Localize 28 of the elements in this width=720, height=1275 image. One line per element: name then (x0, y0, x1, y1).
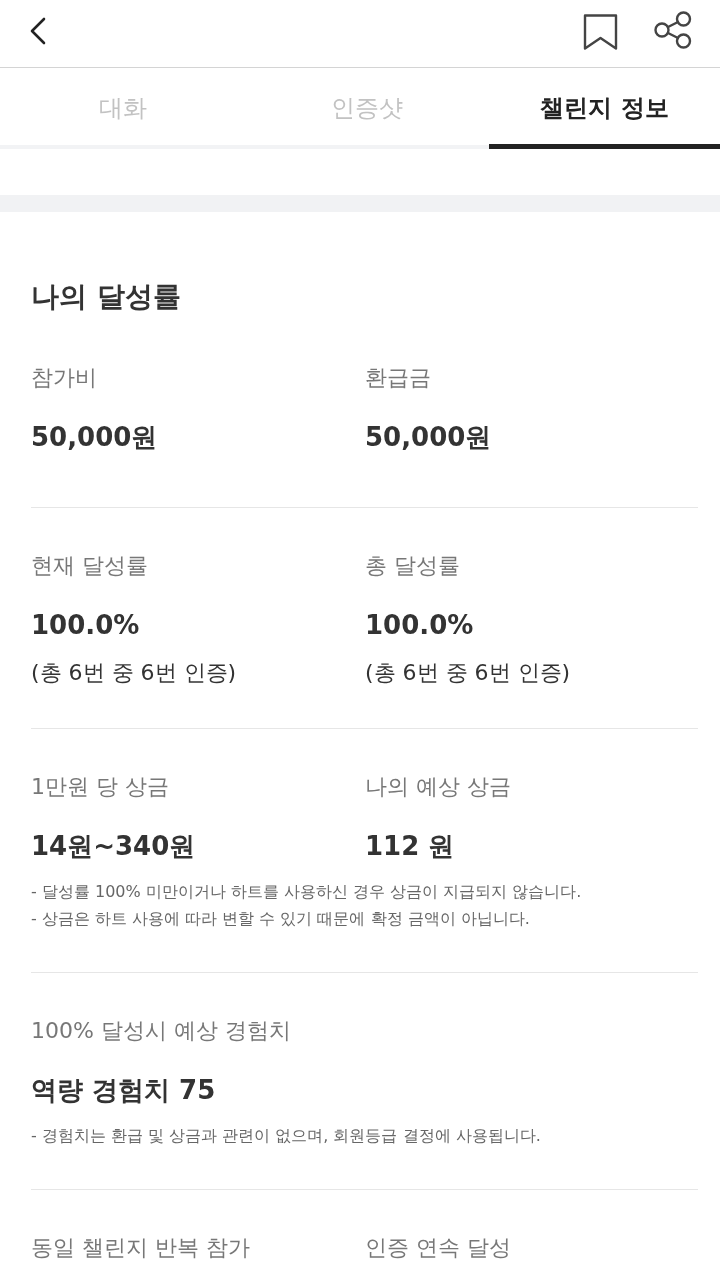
field-label: 현재 달성률 (31, 552, 148, 580)
field-label: 동일 챌린지 반복 참가 (31, 1234, 250, 1262)
field-label: 1만원 당 상금 (31, 773, 169, 801)
note-text: - 상금은 하트 사용에 따라 변할 수 있기 때문에 확정 금액이 아닙니다. (31, 908, 530, 930)
note-text: - 달성률 100% 미만이거나 하트를 사용하신 경우 상금이 지급되지 않습니다. (31, 881, 582, 903)
field-value: 역량 경험치 75 (31, 1074, 216, 1107)
field-detail: (총 6번 중 6번 인증) (365, 659, 571, 687)
field-label: 환급금 (365, 364, 431, 392)
field-value: 14원~340원 (31, 830, 196, 863)
field-value: 100.0% (365, 609, 474, 642)
tab[interactable]: 대화 (0, 68, 245, 149)
section-title: 나의 달성률 (31, 279, 182, 315)
tab[interactable]: 인증샷 (245, 68, 489, 149)
field-label: 나의 예상 상금 (365, 773, 511, 801)
field-value: 50,000원 (31, 421, 158, 454)
share-icon[interactable] (654, 10, 692, 49)
field-value: 112 원 (365, 830, 455, 863)
bookmark-icon[interactable] (583, 13, 618, 50)
back-icon[interactable] (29, 16, 47, 45)
field-label: 인증 연속 달성 (365, 1234, 511, 1262)
field-label: 100% 달성시 예상 경험치 (31, 1017, 291, 1045)
field-value: 100.0% (31, 609, 140, 642)
field-detail: (총 6번 중 6번 인증) (31, 659, 237, 687)
note-text: - 경험치는 환급 및 상금과 관련이 없으며, 회원등급 결정에 사용됩니다. (31, 1125, 541, 1147)
field-value: 50,000원 (365, 421, 492, 454)
tab[interactable]: 챌린지 정보 (489, 68, 720, 149)
field-label: 참가비 (31, 364, 97, 392)
field-label: 총 달성률 (365, 552, 460, 580)
